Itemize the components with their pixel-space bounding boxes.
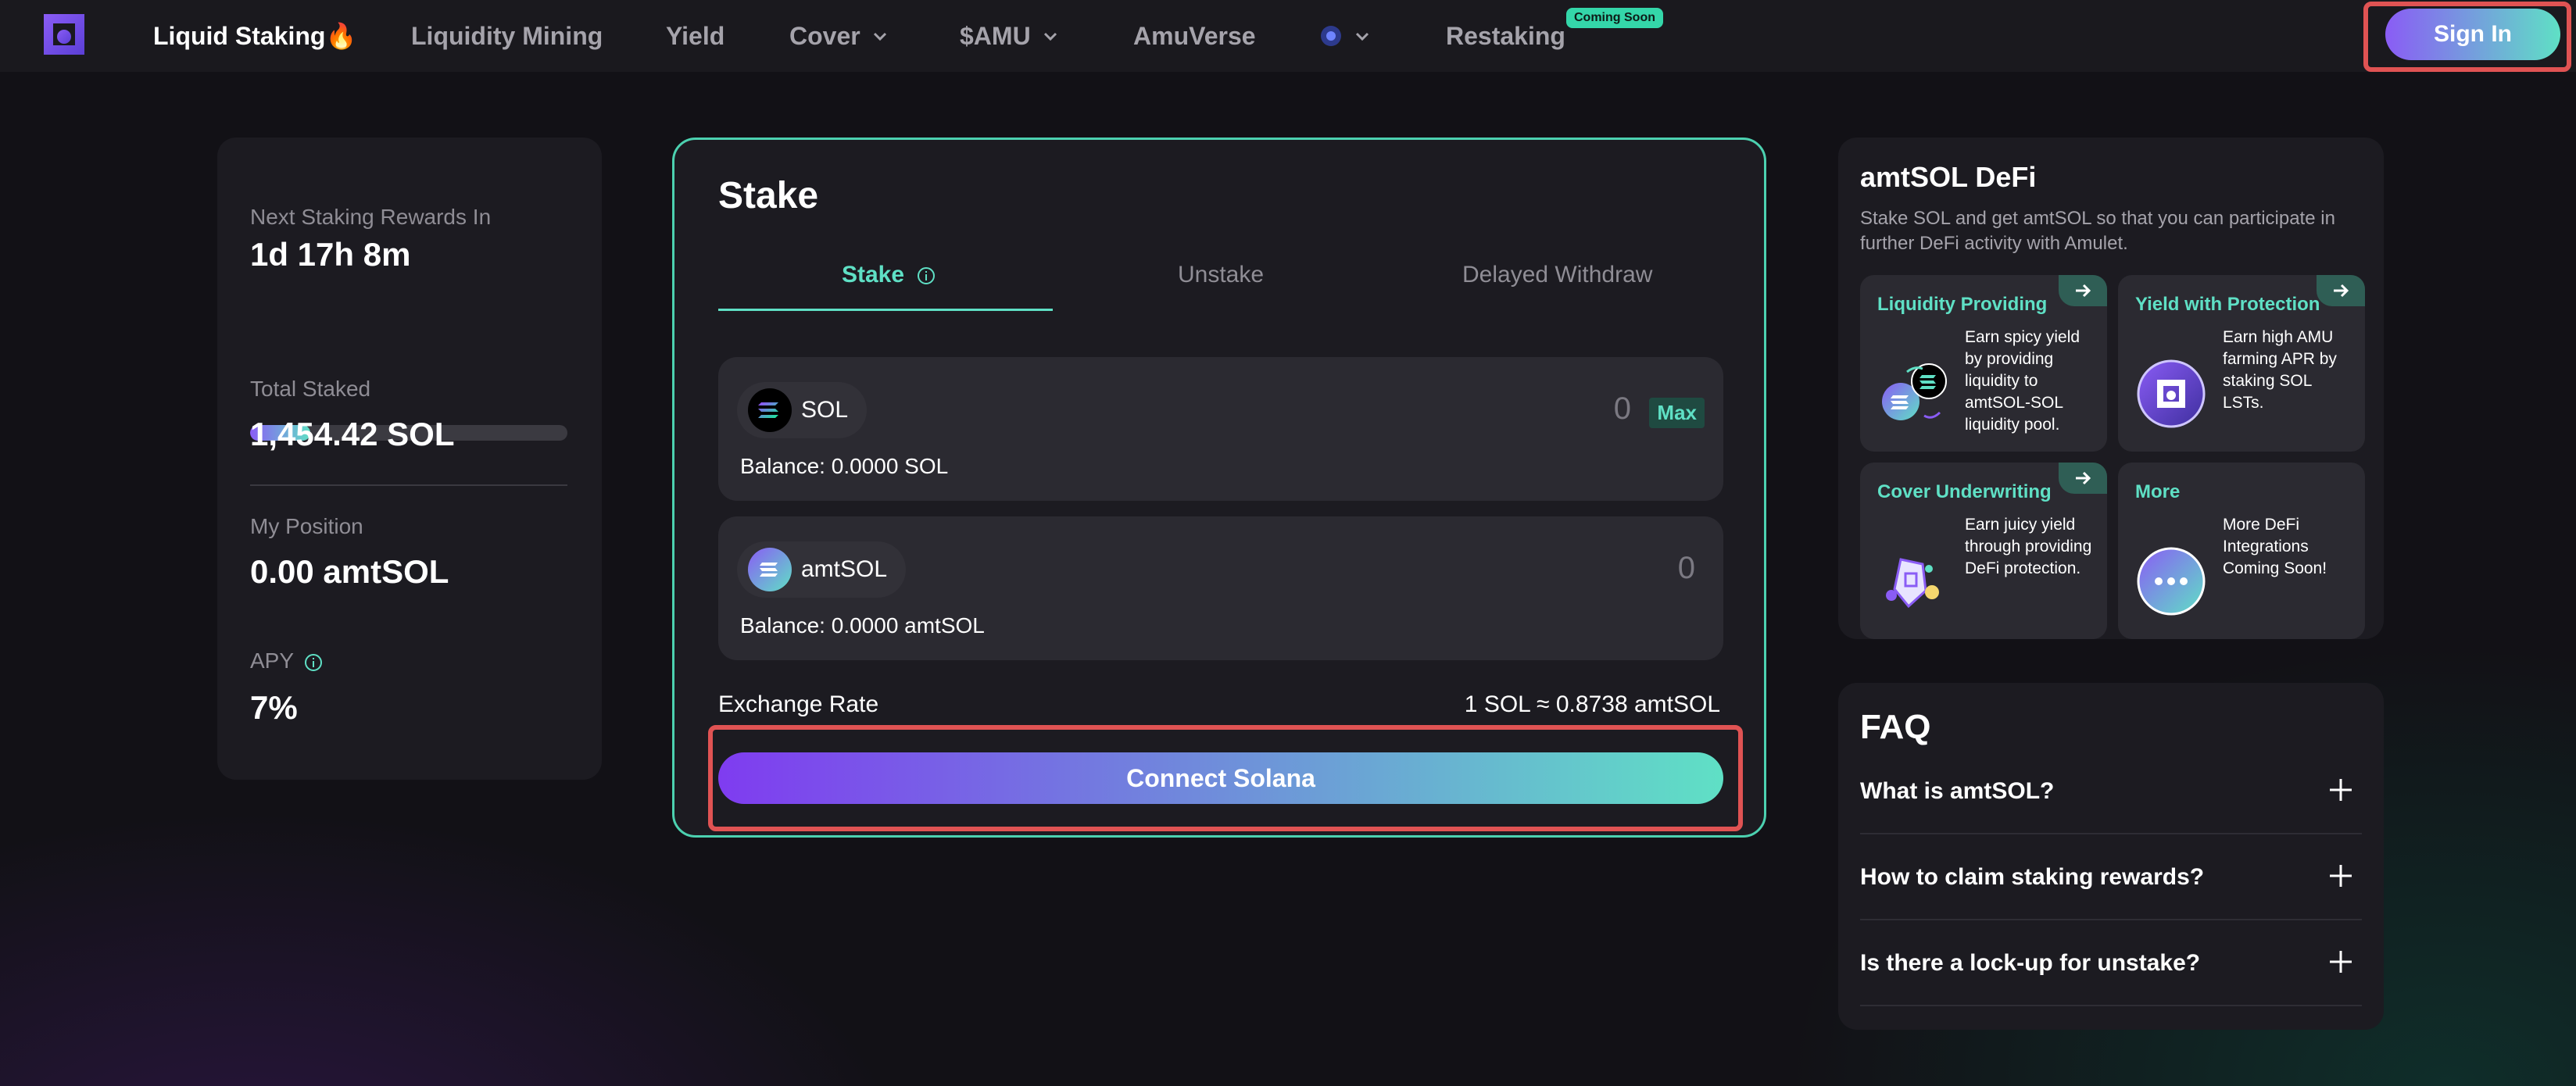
faq-title: FAQ xyxy=(1860,708,1931,746)
shield-cover-icon xyxy=(1886,558,1939,609)
amulet-coin-icon xyxy=(2137,359,2206,428)
info-icon[interactable] xyxy=(917,266,936,285)
plus-icon[interactable] xyxy=(2327,863,2354,889)
sol-token-icon xyxy=(748,388,792,432)
liquidity-pool-icon xyxy=(1882,363,1947,420)
defi-title: amtSOL DeFi xyxy=(1860,161,2037,193)
faq-item[interactable]: How to claim staking rewards? xyxy=(1860,834,2362,920)
card-yield-with-protection[interactable]: Yield with Protection Earn high AMU farm… xyxy=(2118,275,2365,452)
amulet-logo-icon[interactable] xyxy=(41,11,88,58)
total-staked-value: 1,454.42 SOL xyxy=(250,416,455,452)
apy-label: APY xyxy=(250,648,323,673)
info-icon[interactable] xyxy=(304,653,323,672)
card-cover-underwriting[interactable]: Cover Underwriting Earn juicy yield thro… xyxy=(1860,463,2107,639)
nav-amu[interactable]: $AMU xyxy=(960,0,1059,72)
faq-question: What is amtSOL? xyxy=(1860,778,2055,804)
faq-question: How to claim staking rewards? xyxy=(1860,864,2205,890)
nav-liquid-staking[interactable]: Liquid Staking🔥 xyxy=(153,0,356,72)
faq-question: Is there a lock-up for unstake? xyxy=(1860,950,2201,976)
apy-label-text: APY xyxy=(250,648,294,673)
max-button[interactable]: Max xyxy=(1649,398,1705,428)
arrow-right-icon xyxy=(2059,463,2107,494)
sol-balance: Balance: 0.0000 SOL xyxy=(740,454,949,478)
chevron-down-icon xyxy=(1043,32,1057,41)
divider xyxy=(250,484,567,486)
my-position-value: 0.00 amtSOL xyxy=(250,553,449,590)
stake-title: Stake xyxy=(718,175,819,216)
coming-soon-badge: Coming Soon xyxy=(1566,8,1663,28)
amtsol-balance: Balance: 0.0000 amtSOL xyxy=(740,613,985,638)
tab-delayed-withdraw[interactable]: Delayed Withdraw xyxy=(1462,262,1652,288)
stake-panel: Stake Stake Unstake Delayed Withdraw SOL… xyxy=(672,138,1766,838)
sol-token-label: SOL xyxy=(801,397,849,423)
chevron-down-icon xyxy=(1355,32,1369,41)
card-text: Earn juicy yield through providing DeFi … xyxy=(1965,516,2092,577)
sol-token-selector[interactable]: SOL xyxy=(737,382,868,438)
card-title: Cover Underwriting xyxy=(1877,481,2052,502)
card-liquidity-providing[interactable]: Liquidity Providing Earn spicy yield by … xyxy=(1860,275,2107,452)
receive-amount: 0 xyxy=(1677,551,1695,585)
faq-panel: FAQ What is amtSOL? How to claim staking… xyxy=(1838,683,2384,1030)
amtsol-defi-panel: amtSOL DeFi Stake SOL and get amtSOL so … xyxy=(1838,138,2384,639)
more-dots-icon xyxy=(2137,547,2206,616)
nav-liquidity-mining[interactable]: Liquidity Mining xyxy=(411,0,603,72)
top-nav: Liquid Staking🔥 Liquidity Mining Yield C… xyxy=(0,0,2576,72)
card-text: More DeFi Integrations Coming Soon! xyxy=(2223,516,2327,577)
card-title: Liquidity Providing xyxy=(1877,294,2048,315)
nav-amuverse[interactable]: AmuVerse xyxy=(1133,0,1256,72)
total-staked-label: Total Staked xyxy=(250,377,371,401)
tab-unstake[interactable]: Unstake xyxy=(1178,262,1264,288)
plus-icon[interactable] xyxy=(2327,948,2354,975)
chevron-down-icon xyxy=(873,32,886,41)
stake-from-field: SOL 0 Max Balance: 0.0000 SOL xyxy=(718,357,1723,501)
stake-amount-input[interactable]: 0 xyxy=(1614,391,1631,427)
nav-cover[interactable]: Cover xyxy=(789,0,889,72)
active-tab-underline xyxy=(718,309,1053,311)
amtsol-token-selector[interactable]: amtSOL xyxy=(737,541,907,598)
network-icon xyxy=(1321,26,1341,46)
apy-value: 7% xyxy=(250,689,298,726)
nav-network-selector[interactable] xyxy=(1319,0,1371,72)
connect-solana-button[interactable]: Connect Solana xyxy=(718,752,1723,804)
tab-stake-label: Stake xyxy=(842,262,905,288)
plus-icon[interactable] xyxy=(2327,777,2354,803)
next-rewards-value: 1d 17h 8m xyxy=(250,236,411,273)
next-rewards-label: Next Staking Rewards In xyxy=(250,205,492,229)
amtsol-token-label: amtSOL xyxy=(801,556,888,582)
defi-description: Stake SOL and get amtSOL so that you can… xyxy=(1860,208,2335,254)
faq-item[interactable]: What is amtSOL? xyxy=(1860,748,2362,834)
amtsol-token-icon xyxy=(748,548,792,591)
stake-to-field: amtSOL 0 Balance: 0.0000 amtSOL xyxy=(718,516,1723,660)
card-text: Earn spicy yield by providing liquidity … xyxy=(1965,328,2080,434)
staking-stats-panel: Next Staking Rewards In 1d 17h 8m Total … xyxy=(217,138,602,780)
card-title: Yield with Protection xyxy=(2135,294,2320,315)
arrow-right-icon xyxy=(2317,275,2365,306)
faq-item[interactable]: Is there a lock-up for unstake? xyxy=(1860,920,2362,1006)
arrow-right-icon xyxy=(2059,275,2107,306)
sign-in-button[interactable]: Sign In xyxy=(2385,9,2560,60)
my-position-label: My Position xyxy=(250,514,363,538)
card-text: Earn high AMU farming APR by staking SOL… xyxy=(2223,328,2337,412)
exchange-rate-label: Exchange Rate xyxy=(718,691,879,717)
card-more[interactable]: More More DeFi Integrations Coming Soon! xyxy=(2118,463,2365,639)
nav-yield[interactable]: Yield xyxy=(666,0,724,72)
nav-restaking[interactable]: Restaking xyxy=(1446,0,1565,72)
card-title: More xyxy=(2135,481,2181,502)
exchange-rate-value: 1 SOL ≈ 0.8738 amtSOL xyxy=(1464,691,1720,717)
tab-stake[interactable]: Stake xyxy=(842,262,936,288)
